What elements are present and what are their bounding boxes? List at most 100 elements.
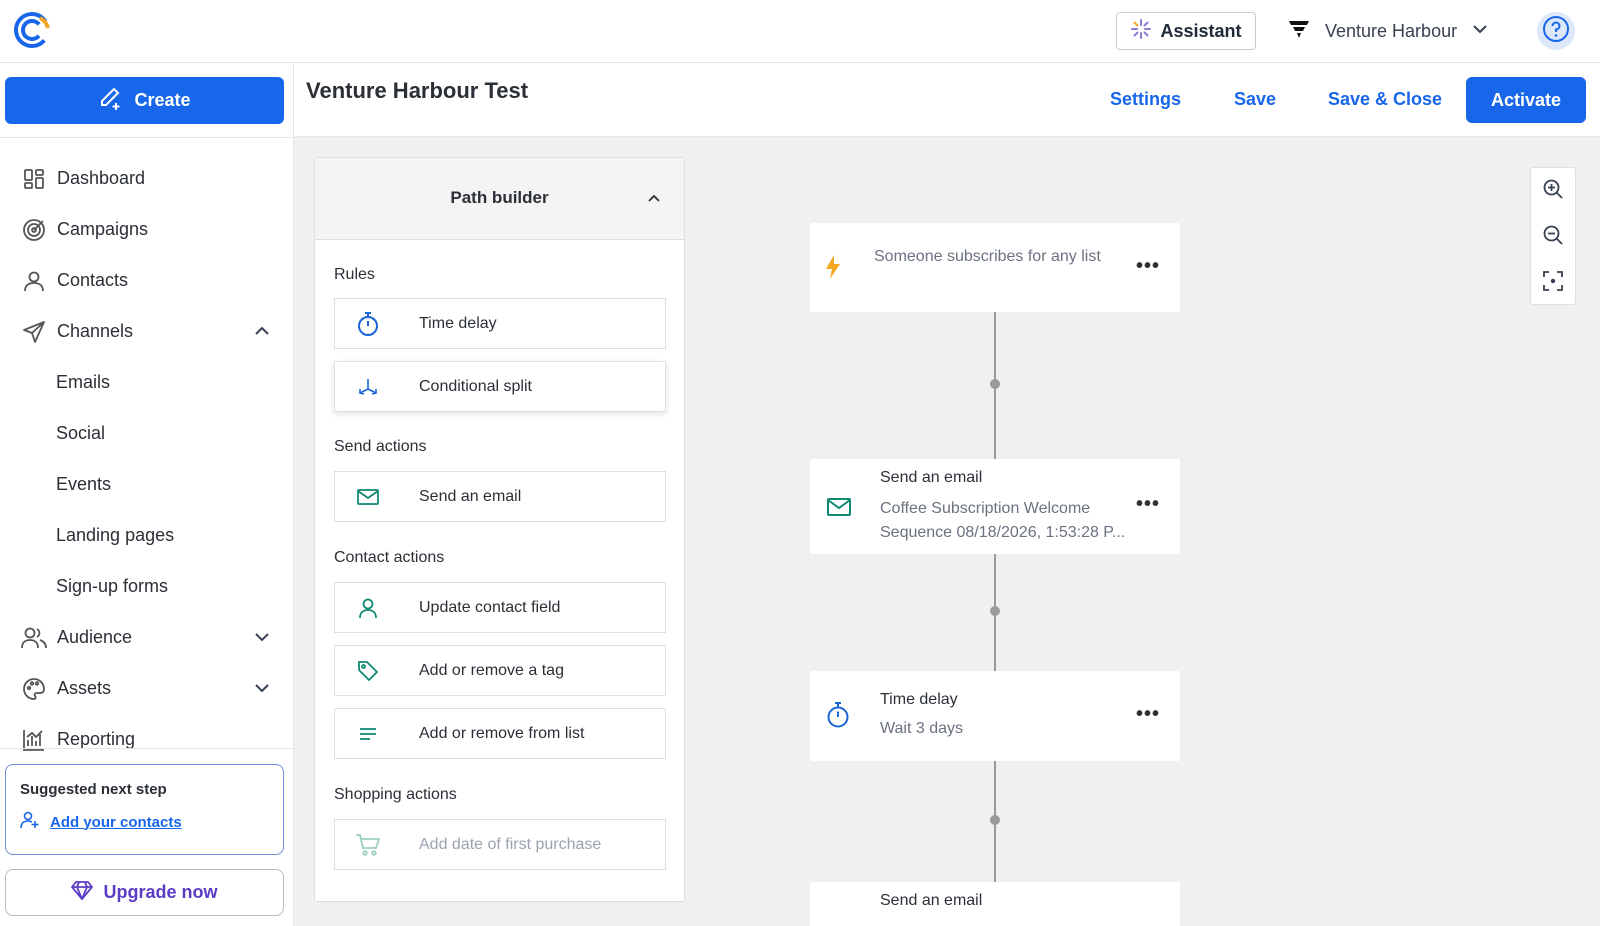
card-tag[interactable]: Add or remove a tag [334, 645, 666, 696]
send-email-node[interactable]: Send an email Coffee Subscription Welcom… [810, 459, 1180, 554]
path-builder-panel: Path builder Rules Time delay Conditiona… [314, 157, 685, 902]
dashboard-icon [21, 166, 47, 192]
diamond-icon [71, 880, 94, 905]
top-bar: Assistant Venture Harbour [0, 0, 1600, 63]
send-email-node-2[interactable]: Send an email [810, 882, 1180, 926]
node-description: Wait 3 days [880, 720, 963, 737]
add-contacts-link[interactable]: Add your contacts [20, 810, 269, 834]
more-options-button[interactable]: ••• [1136, 703, 1160, 726]
stopwatch-icon [335, 311, 401, 337]
user-icon [335, 597, 401, 619]
upgrade-button[interactable]: Upgrade now [5, 869, 284, 916]
nav-label: Assets [57, 678, 112, 698]
node-title: Send an email [880, 892, 983, 909]
zoom-out-icon [1542, 224, 1564, 251]
list-icon [335, 725, 401, 743]
add-contacts-label: Add your contacts [50, 813, 182, 831]
add-step-dot[interactable] [990, 606, 1000, 616]
card-time-delay[interactable]: Time delay [334, 298, 666, 349]
zoom-controls [1530, 167, 1576, 305]
zoom-out-button[interactable] [1531, 214, 1575, 260]
chevron-up-icon[interactable] [646, 190, 662, 211]
divider [0, 137, 293, 138]
card-first-purchase: Add date of first purchase [334, 819, 666, 870]
nav-item-reporting[interactable]: Reporting [0, 714, 293, 765]
zoom-in-button[interactable] [1531, 168, 1575, 214]
assistant-button[interactable]: Assistant [1116, 12, 1256, 50]
create-label: Create [134, 90, 191, 110]
nav-sub-signup-forms[interactable]: Sign-up forms [0, 561, 293, 612]
card-label: Update contact field [419, 598, 561, 616]
suggest-title: Suggested next step [20, 781, 167, 798]
nav-item-contacts[interactable]: Contacts [0, 255, 293, 306]
user-plus-icon [20, 810, 40, 834]
account-switcher[interactable]: Venture Harbour [1287, 14, 1489, 48]
add-step-dot[interactable] [990, 815, 1000, 825]
envelope-icon [335, 487, 401, 507]
suggested-next-step-card: Suggested next step Add your contacts [5, 764, 284, 855]
help-button[interactable] [1537, 12, 1575, 50]
nav-item-campaigns[interactable]: Campaigns [0, 204, 293, 255]
section-shopping-actions: Shopping actions [334, 786, 457, 803]
card-send-email[interactable]: Send an email [334, 471, 666, 522]
more-options-button[interactable]: ••• [1136, 255, 1160, 278]
nav-item-assets[interactable]: Assets [0, 663, 293, 714]
save-button[interactable]: Save [1234, 89, 1276, 110]
constant-contact-logo[interactable] [12, 10, 52, 50]
create-button[interactable]: Create [5, 77, 284, 124]
stopwatch-icon [826, 701, 850, 734]
nav-label: Reporting [57, 729, 136, 749]
sidebar: Create Dashboard Campaigns Contacts Chan… [0, 63, 294, 926]
section-rules: Rules [334, 266, 375, 283]
cart-icon [335, 833, 401, 857]
users-icon [21, 625, 47, 651]
nav-label: Channels [57, 321, 134, 341]
save-and-close-button[interactable]: Save & Close [1328, 89, 1442, 110]
path-builder-header: Path builder [315, 158, 684, 240]
card-list[interactable]: Add or remove from list [334, 708, 666, 759]
lightning-icon [824, 254, 842, 285]
settings-button[interactable]: Settings [1110, 89, 1181, 110]
question-icon [1542, 15, 1570, 48]
page-title: Venture Harbour Test [306, 78, 529, 103]
section-send-actions: Send actions [334, 438, 427, 455]
nav-sub-landing-pages[interactable]: Landing pages [0, 510, 293, 561]
send-icon [21, 319, 47, 345]
palette-icon [21, 676, 47, 702]
envelope-icon [826, 496, 852, 523]
trigger-node[interactable]: Someone subscribes for any list ••• [810, 223, 1180, 312]
card-label: Add date of first purchase [419, 835, 602, 853]
nav-item-channels[interactable]: Channels [0, 306, 293, 357]
node-description: Coffee Subscription Welcome Sequence 08/… [880, 500, 1126, 541]
nav-label: Campaigns [57, 219, 149, 239]
fit-to-screen-button[interactable] [1531, 260, 1575, 306]
nav-label: Dashboard [57, 168, 146, 188]
nav-item-audience[interactable]: Audience [0, 612, 293, 663]
nav-label: Contacts [57, 270, 129, 290]
nav-sub-events[interactable]: Events [0, 459, 293, 510]
trigger-text: Someone subscribes for any list [874, 248, 1101, 265]
nav-label: Audience [57, 627, 133, 647]
account-name: Venture Harbour [1325, 20, 1458, 41]
card-update-contact-field[interactable]: Update contact field [334, 582, 666, 633]
pencil-plus-icon [98, 85, 124, 116]
zoom-in-icon [1542, 178, 1564, 205]
time-delay-node[interactable]: Time delay Wait 3 days ••• [810, 671, 1180, 761]
upgrade-label: Upgrade now [103, 882, 218, 902]
sparkle-icon [1130, 18, 1152, 45]
card-label: Add or remove a tag [419, 661, 564, 679]
tag-icon [335, 660, 401, 682]
add-step-dot[interactable] [990, 379, 1000, 389]
nav-sub-emails[interactable]: Emails [0, 357, 293, 408]
activate-button[interactable]: Activate [1466, 77, 1586, 123]
path-builder-title: Path builder [450, 188, 549, 207]
card-conditional-split[interactable]: Conditional split [334, 361, 666, 412]
workflow-canvas[interactable]: Path builder Rules Time delay Conditiona… [294, 137, 1600, 926]
nav-item-dashboard[interactable]: Dashboard [0, 153, 293, 204]
card-label: Add or remove from list [419, 724, 585, 742]
target-icon [21, 217, 47, 243]
chevron-down-icon [253, 679, 271, 702]
nav-sub-social[interactable]: Social [0, 408, 293, 459]
node-title: Time delay [880, 691, 958, 708]
more-options-button[interactable]: ••• [1136, 493, 1160, 516]
